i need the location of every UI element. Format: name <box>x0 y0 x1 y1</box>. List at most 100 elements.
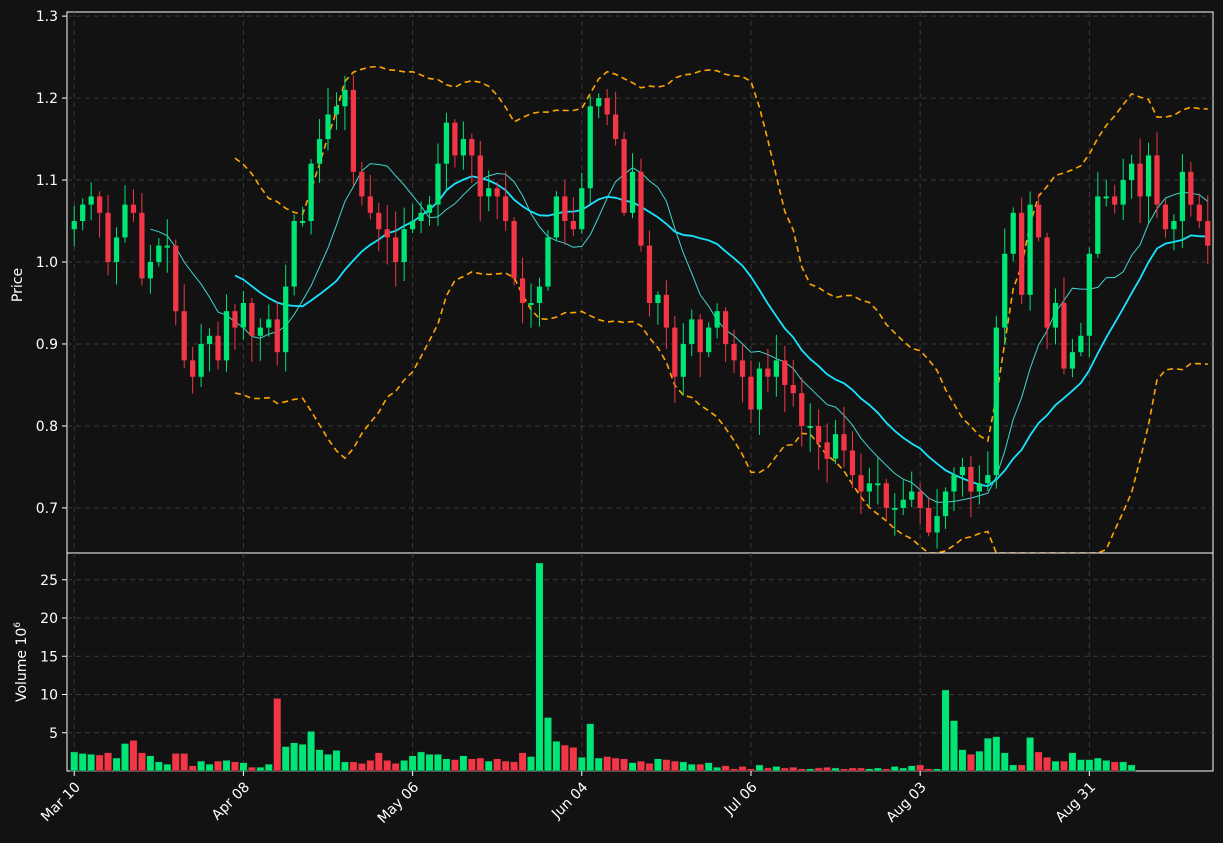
candle-body <box>596 98 602 107</box>
candle-body <box>494 188 500 197</box>
candle-body <box>782 360 788 385</box>
candle-body <box>1162 204 1169 230</box>
volume-bar <box>281 746 290 772</box>
volume-bar <box>806 768 815 772</box>
volume-bar <box>1051 760 1060 772</box>
volume-bar <box>543 717 552 772</box>
volume-bar <box>679 761 688 772</box>
price-plot-frame <box>66 11 1214 554</box>
candle-body <box>646 245 653 303</box>
volume-axis: 5 10 15 20 25 <box>40 573 67 742</box>
candle-body <box>1010 212 1016 254</box>
candle-body <box>934 516 940 533</box>
volume-bar <box>315 749 324 772</box>
candle-body <box>325 114 331 140</box>
candle-body <box>553 196 560 238</box>
volume-bar <box>459 755 468 772</box>
candle-body <box>232 311 238 328</box>
volume-bar <box>197 760 206 772</box>
volume-bar <box>501 760 510 772</box>
candle-body <box>892 507 898 510</box>
volume-bar <box>247 766 256 772</box>
volume-bar <box>983 737 992 772</box>
candle-body <box>105 212 111 263</box>
candle-body <box>925 507 932 533</box>
volume-bar <box>442 758 451 772</box>
volume-bar <box>924 768 933 772</box>
volume-bar <box>620 758 629 772</box>
candle-body <box>1120 180 1126 205</box>
volume-bar <box>214 760 223 772</box>
candle-body <box>367 196 373 213</box>
volume-bar <box>408 755 417 772</box>
volume-bar <box>637 760 645 772</box>
volume-bar <box>467 758 476 772</box>
volume-bar <box>374 752 383 772</box>
candle-body <box>1069 352 1076 369</box>
volume-bar <box>171 753 180 772</box>
candle-body <box>697 319 703 353</box>
candle-body <box>959 466 966 476</box>
volume-bar <box>730 768 739 772</box>
volume-bar <box>400 760 409 772</box>
candle-body <box>283 286 289 353</box>
candle-body <box>587 106 593 189</box>
volume-tick-label: 10 <box>40 688 58 704</box>
candle-body <box>469 139 475 156</box>
price-axis-label: Price <box>10 268 26 302</box>
price-tick-label: 1.0 <box>36 255 58 271</box>
volume-bar <box>670 760 679 772</box>
volume-bar <box>264 763 273 772</box>
candle-body <box>460 139 466 156</box>
volume-bar <box>256 766 265 772</box>
volume-bar <box>112 757 121 772</box>
candle-body <box>773 360 779 377</box>
volume-bar <box>121 743 129 772</box>
candle-body <box>612 114 619 140</box>
volume-bar <box>704 762 713 772</box>
volume-tick-label: 5 <box>49 726 58 742</box>
candle-body <box>1052 302 1059 328</box>
price-panel: 0.7 0.8 0.9 1.0 1.1 1.2 1.3 Price <box>10 9 1214 554</box>
volume-bar <box>1102 760 1111 772</box>
volume-panel: 5 10 15 20 25 Volume 106 <box>13 552 1214 772</box>
volume-bar <box>763 767 772 772</box>
candle-body <box>807 425 813 428</box>
candle-body <box>545 237 551 287</box>
volume-bar <box>746 768 755 772</box>
volume-bar <box>687 763 696 772</box>
candle-body <box>266 319 272 328</box>
volume-bar <box>137 752 146 772</box>
candle-body <box>426 204 433 213</box>
volume-bar <box>645 763 654 772</box>
candle-body <box>655 294 661 303</box>
date-tick-label: Jul 06 <box>721 779 761 819</box>
candle-body <box>333 106 340 115</box>
candle-body <box>418 212 424 222</box>
volume-bar <box>1017 764 1026 772</box>
date-tick-label: May 06 <box>375 779 423 827</box>
volume-bar <box>890 766 899 772</box>
candle-body <box>1179 171 1186 222</box>
volume-bar <box>146 755 155 772</box>
volume-bar <box>780 767 789 772</box>
candle-body <box>756 368 763 410</box>
candle-body <box>342 89 348 107</box>
volume-bar <box>239 762 248 772</box>
volume-bar <box>383 760 392 772</box>
candle-body <box>942 491 949 517</box>
volume-tick-label: 15 <box>40 649 58 665</box>
candle-body <box>206 335 213 344</box>
candle-body <box>528 302 534 305</box>
candle-body <box>790 384 796 394</box>
candle-body <box>951 475 957 492</box>
date-tick-label: Apr 08 <box>209 779 253 823</box>
candle-body <box>1196 204 1202 222</box>
candle-body <box>1035 204 1042 238</box>
candle-body <box>401 229 407 263</box>
volume-bar <box>307 730 316 772</box>
volume-bar <box>797 768 806 772</box>
volume-bar <box>129 740 138 772</box>
candle-body <box>672 327 678 377</box>
volume-bar <box>907 765 916 772</box>
